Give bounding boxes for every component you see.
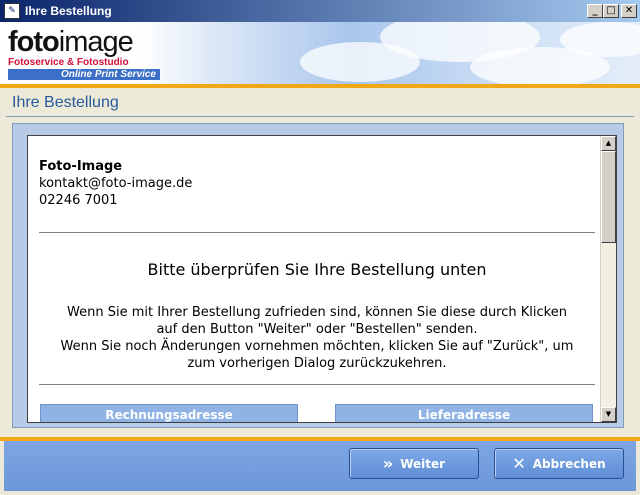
header-divider [0,84,640,88]
cancel-button[interactable]: ✕ Abbrechen [494,448,624,479]
close-x-icon: ✕ [512,453,526,473]
section-divider [39,384,595,385]
maximize-button[interactable]: □ [603,4,619,18]
scroll-up-arrow-icon[interactable]: ▲ [601,136,616,151]
company-logo: fotoimage Fotoservice & Fotostudio Onlin… [8,28,160,80]
company-name: Foto-Image [39,159,123,174]
company-phone: 02246 7001 [39,193,118,208]
title-divider [6,116,634,117]
footer-bar: » Weiter ✕ Abbrechen [4,441,636,491]
logo-service-bar: Online Print Service [8,69,160,80]
shipping-address-header: Lieferadresse [335,404,593,422]
scroll-thumb[interactable] [601,151,616,243]
vertical-scrollbar[interactable]: ▲ ▼ [600,136,616,422]
review-heading: Bitte überprüfen Sie Ihre Bestellung unt… [147,260,487,279]
close-button[interactable]: ✕ [621,4,637,18]
minimize-button[interactable]: _ [587,4,603,18]
next-button[interactable]: » Weiter [349,448,479,479]
window-controls: _ □ ✕ [587,4,637,18]
header-banner: fotoimage Fotoservice & Fotostudio Onlin… [0,22,640,84]
company-contact: Foto-Image kontakt@foto-image.de 02246 7… [39,158,594,209]
scroll-down-arrow-icon[interactable]: ▼ [601,407,616,422]
order-summary-panel: Foto-Image kontakt@foto-image.de 02246 7… [27,135,617,423]
content-frame: Foto-Image kontakt@foto-image.de 02246 7… [12,123,624,428]
app-icon: ✎ [4,3,20,19]
window-title: Ihre Bestellung [25,4,112,18]
logo-tagline: Fotoservice & Fotostudio [8,57,129,68]
company-email: kontakt@foto-image.de [39,176,193,191]
double-chevron-right-icon: » [382,453,394,473]
page-title: Ihre Bestellung [12,94,119,111]
review-instructions: Wenn Sie mit Ihrer Bestellung zufrieden … [60,305,574,371]
billing-address-header: Rechnungsadresse [40,404,298,422]
title-bar: ✎ Ihre Bestellung _ □ ✕ [0,0,640,22]
section-divider [39,232,595,233]
